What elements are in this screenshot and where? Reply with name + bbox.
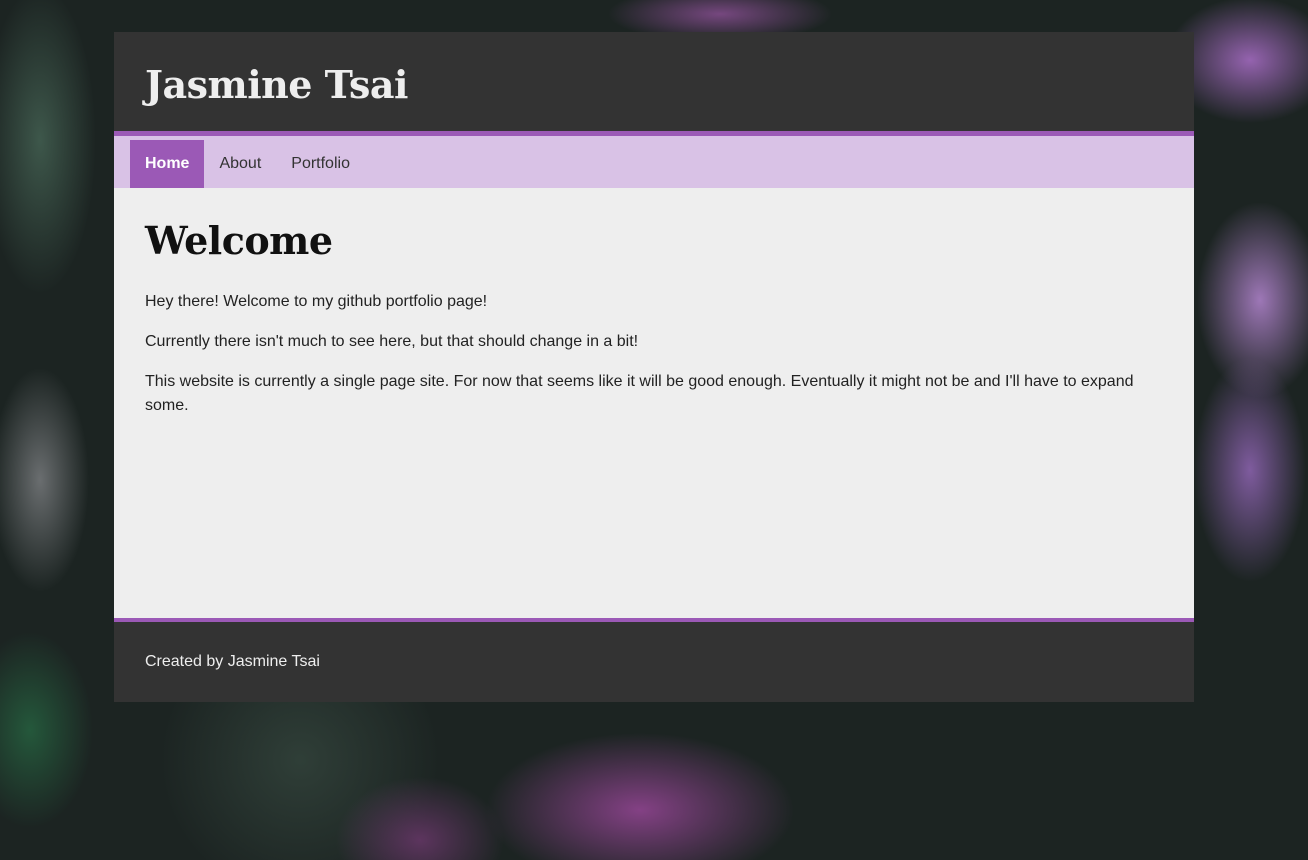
intro-paragraph: Hey there! Welcome to my github portfoli…: [145, 293, 488, 310]
nav-item-home[interactable]: Home: [130, 140, 205, 188]
status-paragraph: Currently there isn't much to see here, …: [145, 333, 639, 350]
main-nav: Home About Portfolio: [114, 136, 1194, 188]
nav-item-portfolio[interactable]: Portfolio: [276, 140, 365, 188]
page-container: Jasmine Tsai Home About Portfolio Welcom…: [114, 32, 1194, 702]
site-note-paragraph: This website is currently a single page …: [145, 373, 1134, 414]
nav-item-about[interactable]: About: [204, 140, 276, 188]
site-title: Jasmine Tsai: [145, 62, 408, 107]
site-header: Jasmine Tsai: [114, 32, 1194, 136]
main-content: Welcome Hey there! Welcome to my github …: [114, 188, 1194, 618]
footer-credit: Created by Jasmine Tsai: [145, 653, 320, 670]
page-heading: Welcome: [145, 218, 333, 263]
site-footer: Created by Jasmine Tsai: [114, 618, 1194, 702]
